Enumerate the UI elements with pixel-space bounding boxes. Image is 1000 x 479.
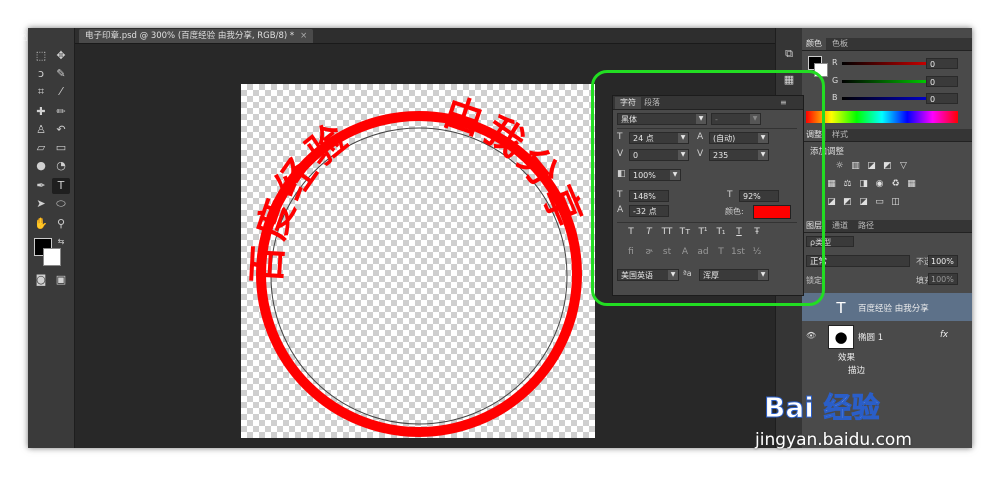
healing-brush-icon[interactable]: ✚ xyxy=(32,104,50,120)
stamp-text-right: 由我分享 xyxy=(438,89,591,235)
lookup-icon[interactable]: ▦ xyxy=(906,179,917,189)
blur-tool-icon[interactable]: ● xyxy=(32,158,50,174)
curves-icon[interactable]: ◪ xyxy=(866,161,877,171)
right-panels: 颜色 色板 R 0 G 0 B 0 调整 样式 添加调整 ☼ ▥ ◪ ◩ ▽ ▦… xyxy=(802,28,972,448)
move-tool-icon[interactable]: ✥ xyxy=(52,48,70,64)
gradient-map-icon[interactable]: ▭ xyxy=(874,197,885,207)
background-color-swatch[interactable] xyxy=(43,248,61,266)
highlight-outline xyxy=(591,70,825,306)
lasso-tool-icon[interactable]: ↄ xyxy=(32,66,50,82)
tab-styles[interactable]: 样式 xyxy=(828,129,852,141)
toolbox: ⬚ ✥ ↄ ✎ ⌗ ⁄ ✚ ✏ ♙ ↶ ▱ ▭ ● ◔ ✒ T ➤ ⬭ ✋ ⚲ … xyxy=(28,28,75,448)
layer-row-text[interactable]: T 百度经验 由我分享 xyxy=(802,293,972,321)
crop-tool-icon[interactable]: ⌗ xyxy=(32,84,50,100)
screen-mode-icon[interactable]: ▣ xyxy=(52,272,70,288)
quick-select-icon[interactable]: ✎ xyxy=(52,66,70,82)
b-value[interactable]: 0 xyxy=(926,93,958,104)
document-tab-bar: 电子印章.psd @ 300% (百度经验 由我分享, RGB/8) * × xyxy=(75,28,775,44)
path-select-icon[interactable]: ➤ xyxy=(32,196,50,212)
gradient-icon[interactable]: ▭ xyxy=(52,140,70,156)
eye-icon[interactable]: 👁 xyxy=(806,331,816,340)
tab-swatches[interactable]: 色板 xyxy=(828,38,852,50)
ellipse-tool-icon[interactable]: ⬭ xyxy=(52,196,70,212)
hue-icon[interactable]: ▦ xyxy=(826,179,837,189)
watermark-url: jingyan.baidu.com xyxy=(755,430,912,450)
baidu-logo: Bai 经验 xyxy=(764,391,881,425)
selective-color-icon[interactable]: ◫ xyxy=(890,197,901,207)
b-label: B xyxy=(832,93,838,102)
tab-paths[interactable]: 路径 xyxy=(854,220,878,232)
balance-icon[interactable]: ⚖ xyxy=(842,179,853,189)
tab-channels[interactable]: 通道 xyxy=(828,220,852,232)
color-panel-header: 颜色 色板 xyxy=(802,38,972,51)
history-panel-icon[interactable]: ⧉ xyxy=(781,46,797,62)
g-value[interactable]: 0 xyxy=(926,76,958,87)
layer-effects-row[interactable]: 效果 xyxy=(802,350,972,363)
document-tab[interactable]: 电子印章.psd @ 300% (百度经验 由我分享, RGB/8) * × xyxy=(79,29,314,43)
color-spectrum[interactable] xyxy=(806,111,958,123)
bw-icon[interactable]: ◨ xyxy=(858,179,869,189)
eyedropper-icon[interactable]: ⁄ xyxy=(52,84,70,100)
mixer-icon[interactable]: ♻ xyxy=(890,179,901,189)
invert-icon[interactable]: ◪ xyxy=(826,197,837,207)
fx-icon[interactable]: fx xyxy=(940,330,948,340)
pen-tool-icon[interactable]: ✒ xyxy=(32,178,50,194)
zoom-tool-icon[interactable]: ⚲ xyxy=(52,216,70,232)
layers-panel-header: 图层 通道 路径 xyxy=(802,220,972,233)
text-layer-thumb: T xyxy=(828,296,854,320)
type-tool-icon[interactable]: T xyxy=(52,178,70,194)
stamp-artwork: 百度经验 由我分享 xyxy=(245,89,591,437)
close-icon[interactable]: × xyxy=(300,31,307,41)
exposure-icon[interactable]: ◩ xyxy=(882,161,893,171)
posterize-icon[interactable]: ◩ xyxy=(842,197,853,207)
hand-tool-icon[interactable]: ✋ xyxy=(32,216,50,232)
clone-stamp-icon[interactable]: ♙ xyxy=(32,122,50,138)
stamp-text-left: 百度经验 xyxy=(245,114,359,285)
levels-icon[interactable]: ▥ xyxy=(850,161,861,171)
eraser-icon[interactable]: ▱ xyxy=(32,140,50,156)
brush-tool-icon[interactable]: ✏ xyxy=(52,104,70,120)
vibrance-icon[interactable]: ▽ xyxy=(898,161,909,171)
opacity-field[interactable]: 100% xyxy=(928,255,958,267)
layer-name: 描边 xyxy=(848,366,866,376)
layer-stroke-row[interactable]: 描边 xyxy=(802,363,972,376)
quick-mask-icon[interactable]: ◙ xyxy=(32,272,50,288)
mouse-cursor-icon: ☝ xyxy=(20,30,28,45)
layer-name: 椭圆 1 xyxy=(858,333,884,343)
watermark-logo-text: Bai 经验 xyxy=(764,391,880,424)
photoshop-window: ⬚ ✥ ↄ ✎ ⌗ ⁄ ✚ ✏ ♙ ↶ ▱ ▭ ● ◔ ✒ T ➤ ⬭ ✋ ⚲ … xyxy=(28,28,972,448)
photo-filter-icon[interactable]: ◉ xyxy=(874,179,885,189)
document-canvas[interactable]: 百度经验 由我分享 xyxy=(241,84,595,438)
layer-name: 效果 xyxy=(838,353,856,363)
dodge-tool-icon[interactable]: ◔ xyxy=(52,158,70,174)
threshold-icon[interactable]: ◪ xyxy=(858,197,869,207)
history-brush-icon[interactable]: ↶ xyxy=(52,122,70,138)
layer-name: 百度经验 由我分享 xyxy=(858,304,929,314)
brightness-icon[interactable]: ☼ xyxy=(834,161,845,171)
r-label: R xyxy=(832,58,838,67)
adjust-panel-header: 调整 样式 xyxy=(802,129,972,142)
swap-colors-icon[interactable]: ⇆ xyxy=(52,234,70,250)
r-value[interactable]: 0 xyxy=(926,58,958,69)
g-label: G xyxy=(832,76,839,85)
marquee-tool-icon[interactable]: ⬚ xyxy=(32,48,50,64)
layer-row-ellipse[interactable]: 👁 ● 椭圆 1 fx xyxy=(802,322,972,350)
tab-color[interactable]: 颜色 xyxy=(802,38,826,50)
document-tab-title: 电子印章.psd @ 300% (百度经验 由我分享, RGB/8) * xyxy=(85,31,295,41)
ellipse-layer-thumb: ● xyxy=(828,325,854,349)
fill-field[interactable]: 100% xyxy=(928,273,958,285)
